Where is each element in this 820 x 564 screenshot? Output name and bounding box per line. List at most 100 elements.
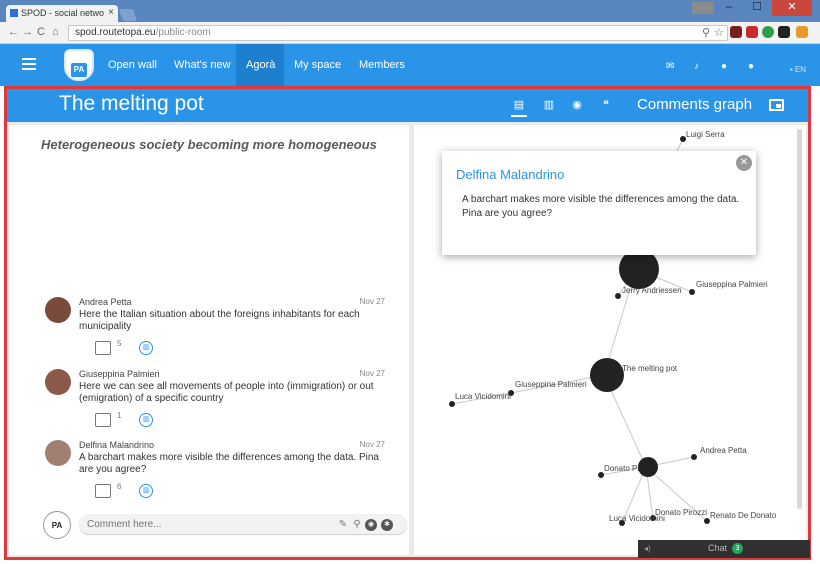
- maximize-button[interactable]: ☐: [744, 0, 770, 16]
- comment-date: Nov 27: [359, 369, 385, 378]
- comments-panel: Heterogeneous society becoming more homo…: [9, 125, 409, 555]
- comment-text: A barchart makes more visible the differ…: [79, 452, 379, 475]
- globe-icon[interactable]: ✱: [381, 519, 393, 531]
- user-badge[interactable]: [692, 2, 714, 14]
- browser-tab[interactable]: SPOD - social netwo ×: [6, 5, 118, 22]
- notification-bell-icon[interactable]: ♪: [694, 61, 699, 72]
- graph-window-icon[interactable]: [769, 99, 784, 111]
- comments-view-icon[interactable]: ▤: [511, 97, 527, 117]
- browser-tab-strip: SPOD - social netwo × – ☐ ✕: [0, 0, 820, 22]
- search-icon[interactable]: ⚲: [351, 519, 363, 531]
- favicon-icon: [10, 9, 18, 17]
- avatar: [45, 440, 71, 466]
- address-bar[interactable]: spod.routetopa.eu/public-room: [68, 25, 728, 41]
- reply-count: 1: [117, 411, 122, 420]
- extension-icon[interactable]: [778, 26, 790, 38]
- room-title: The melting pot: [59, 92, 204, 115]
- language-label: EN: [794, 65, 806, 74]
- comment-author: Andrea Petta: [79, 297, 132, 307]
- extension-icon[interactable]: [730, 26, 742, 38]
- minimize-button[interactable]: –: [716, 0, 742, 16]
- spod-logo[interactable]: PA: [64, 49, 94, 81]
- graph-node: [590, 358, 624, 392]
- hamburger-menu-icon[interactable]: [22, 58, 36, 70]
- graph-label: Giuseppina Palmieri: [515, 380, 587, 389]
- graph-node: [619, 249, 659, 289]
- camera-icon[interactable]: ◉: [365, 519, 377, 531]
- language-selector[interactable]: ▪ EN: [790, 65, 806, 74]
- graph-label: Luigi Serra: [686, 130, 725, 139]
- graph-label: Donato Pi: [604, 464, 639, 473]
- datalet-chart-icon[interactable]: ▥: [139, 484, 153, 498]
- home-icon[interactable]: ⌂: [52, 26, 59, 38]
- graph-node: [691, 454, 697, 460]
- nav-open-wall[interactable]: Open wall: [98, 44, 167, 86]
- nav-agora[interactable]: Agorà: [236, 44, 284, 86]
- chat-bar[interactable]: ◂) Chat 3: [638, 540, 810, 558]
- browser-tab-title: SPOD - social netwo: [21, 8, 105, 18]
- zoom-icon[interactable]: ⚲: [702, 26, 710, 39]
- url-path: /public-room: [155, 27, 211, 38]
- url-host: spod.routetopa.eu: [75, 27, 156, 38]
- current-user-avatar: PA: [43, 511, 71, 539]
- speaker-icon: ◂): [644, 544, 651, 553]
- avatar: [45, 297, 71, 323]
- comment-text: Here the Italian situation about the for…: [79, 309, 360, 332]
- app-header: PA Open wall What's new Agorà My space M…: [0, 44, 820, 86]
- datalets-view-icon[interactable]: ▥: [541, 97, 557, 113]
- graph-label: Andrea Petta: [700, 446, 747, 455]
- attach-icon[interactable]: ✎: [337, 519, 349, 531]
- reply-bubble-icon[interactable]: [95, 413, 111, 427]
- graph-label: Jerry Andriessen: [622, 286, 682, 295]
- browser-toolbar: ← → C ⌂ spod.routetopa.eu/public-room ⚲ …: [0, 22, 820, 44]
- datalet-chart-icon[interactable]: ▥: [139, 341, 153, 355]
- reply-bubble-icon[interactable]: [95, 341, 111, 355]
- nav-whats-new[interactable]: What's new: [164, 44, 241, 86]
- comment-author: Delfina Malandrino: [79, 440, 155, 450]
- graph-scrollbar[interactable]: [797, 129, 802, 509]
- graph-label: Luca Vicidomini: [455, 392, 511, 401]
- profile-icon[interactable]: ●: [748, 61, 754, 72]
- room-subject: Heterogeneous society becoming more homo…: [41, 137, 377, 152]
- graph-node: [638, 457, 658, 477]
- graph-label: The melting pot: [622, 364, 678, 373]
- graph-label: Renato De Donato: [710, 511, 777, 520]
- extension-icon[interactable]: [762, 26, 774, 38]
- graph-title: Comments graph: [637, 96, 753, 113]
- nav-members[interactable]: Members: [349, 44, 415, 86]
- public-room: The melting pot ▤ ▥ ◉ ❝ Comments graph H…: [4, 86, 811, 560]
- chat-label: Chat: [708, 543, 728, 553]
- reply-count: 6: [117, 482, 122, 491]
- back-icon[interactable]: ←: [8, 26, 19, 38]
- user-icon[interactable]: ●: [721, 61, 727, 72]
- close-tab-icon[interactable]: ×: [108, 7, 114, 18]
- datalet-chart-icon[interactable]: ▥: [139, 413, 153, 427]
- nav-my-space[interactable]: My space: [284, 44, 351, 86]
- comment-popup: Delfina Malandrino A barchart makes more…: [442, 151, 756, 255]
- window-close-button[interactable]: ✕: [772, 0, 812, 16]
- comment-author: Giuseppina Palmieri: [79, 369, 160, 379]
- comment-item: Andrea Petta Nov 27 Here the Italian sit…: [45, 297, 385, 361]
- comment-text: Here we can see all movements of people …: [79, 381, 374, 404]
- popup-close-icon[interactable]: ✕: [736, 155, 752, 171]
- quotes-view-icon[interactable]: ❝: [598, 97, 614, 113]
- extension-icon[interactable]: [746, 26, 758, 38]
- mail-icon[interactable]: ✉: [666, 61, 674, 72]
- comment-input-row: PA ✎ ⚲ ◉ ✱: [43, 511, 409, 541]
- logo-text: PA: [71, 63, 87, 77]
- reply-bubble-icon[interactable]: [95, 484, 111, 498]
- window-controls: – ☐ ✕: [692, 0, 812, 16]
- graph-label: Giuseppina Palmieri: [696, 280, 768, 289]
- forward-icon[interactable]: →: [22, 26, 33, 38]
- new-tab-button[interactable]: [118, 9, 138, 21]
- graph-node: [689, 289, 695, 295]
- graph-node: [449, 401, 455, 407]
- menu-icon[interactable]: [796, 26, 808, 38]
- comment-item: Giuseppina Palmieri Nov 27 Here we can s…: [45, 369, 385, 433]
- comments-graph-panel: Luigi Serra Jerry Andriessen Giuseppina …: [414, 125, 806, 555]
- bookmark-star-icon[interactable]: ☆: [714, 26, 724, 39]
- reload-icon[interactable]: C: [37, 26, 45, 38]
- graph-label: Luca Vicidomini: [609, 514, 665, 523]
- comment-date: Nov 27: [359, 297, 385, 306]
- users-view-icon[interactable]: ◉: [569, 97, 585, 113]
